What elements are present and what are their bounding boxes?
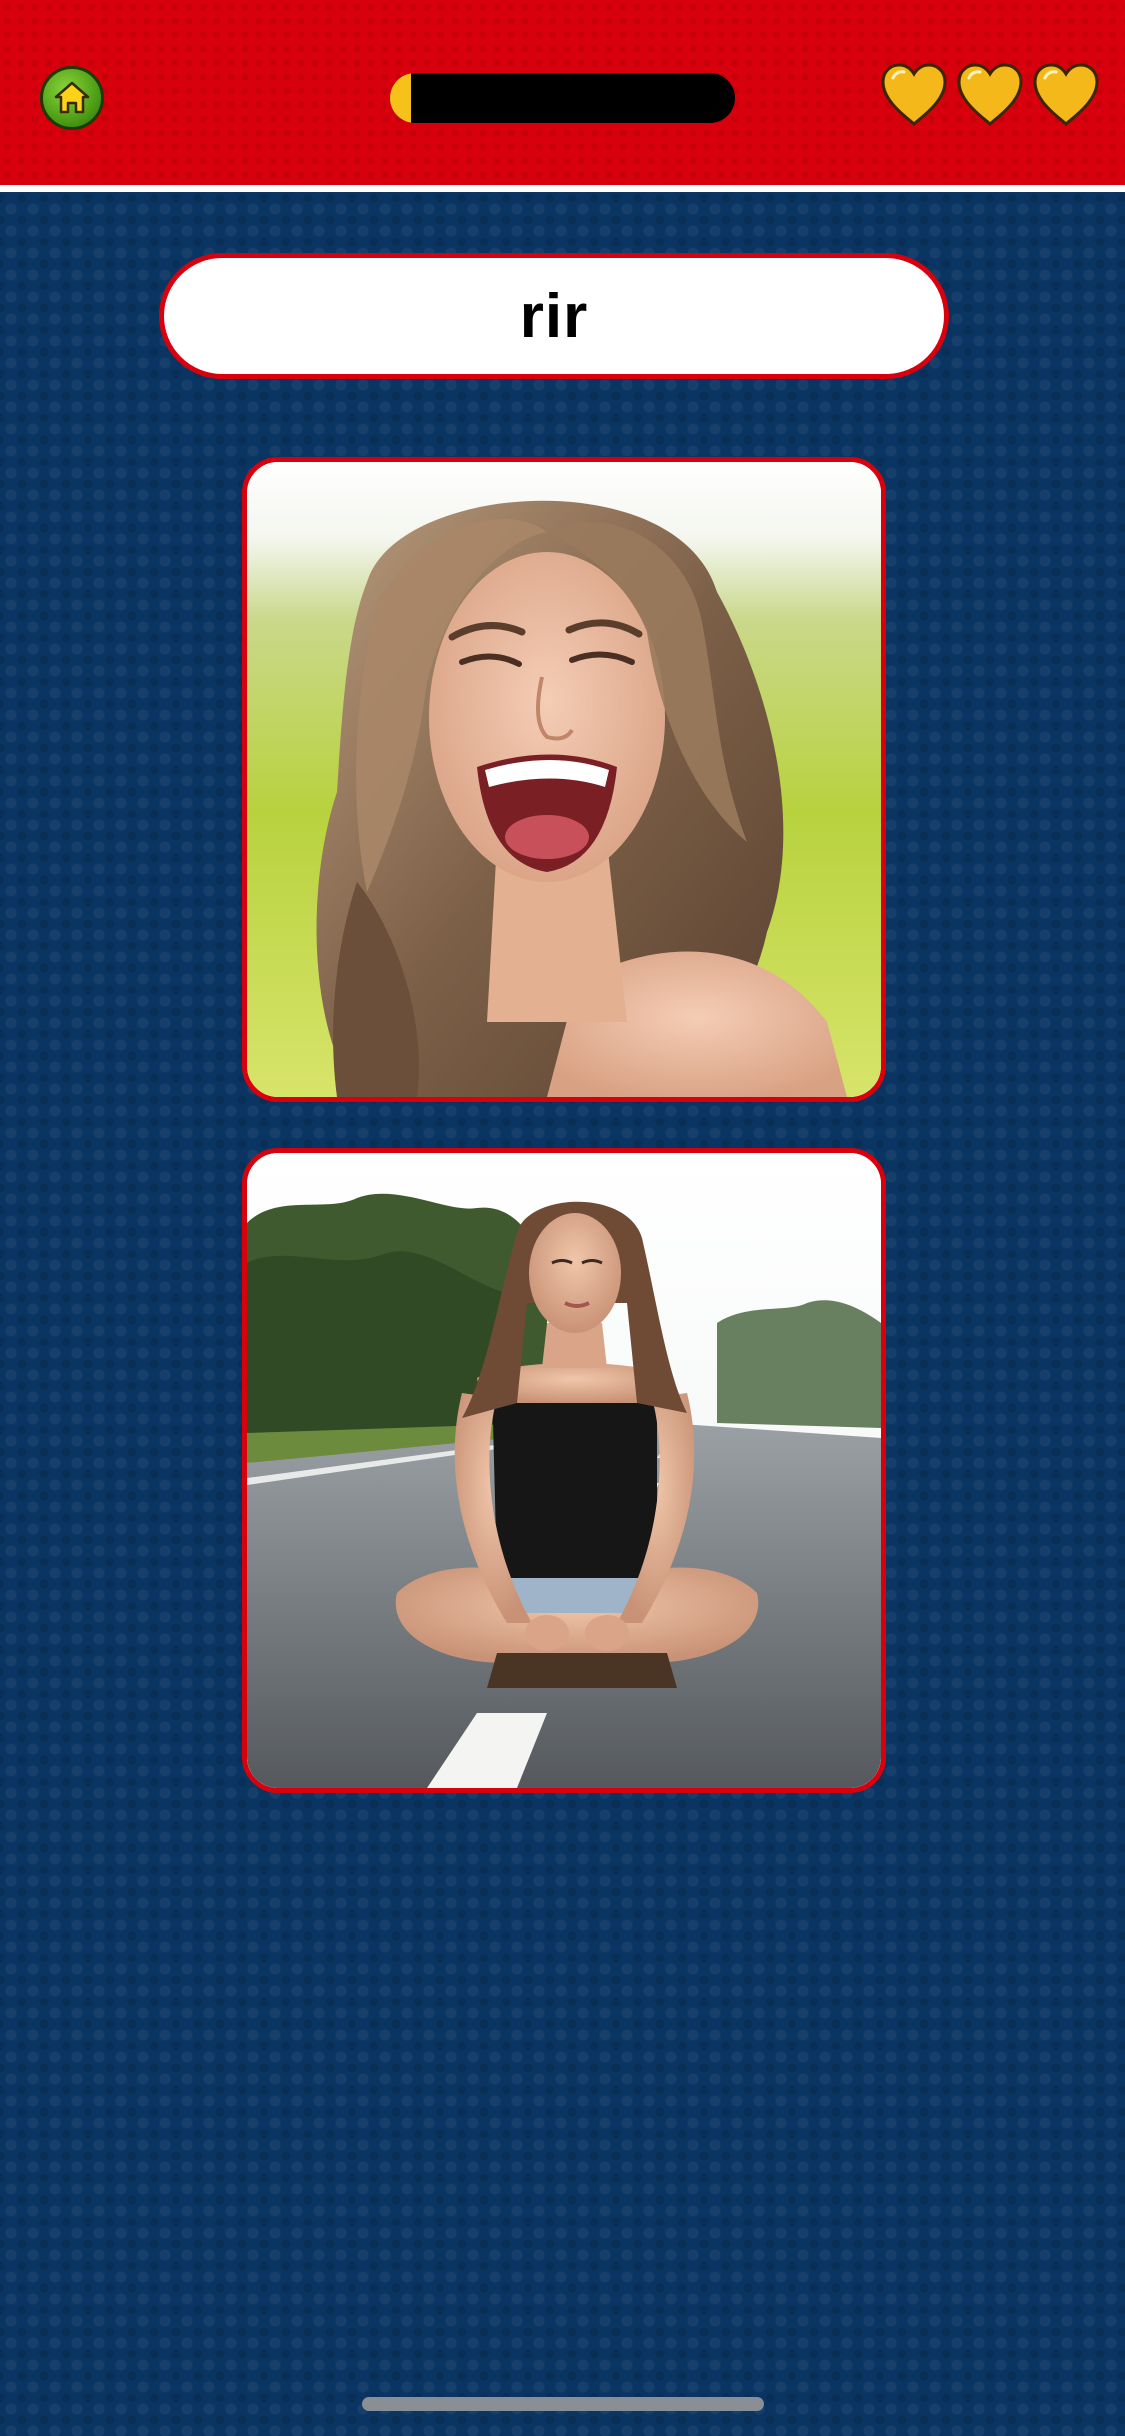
home-button[interactable]	[40, 66, 104, 130]
top-bar	[0, 0, 1125, 185]
game-screen: rir	[0, 0, 1125, 2436]
progress-fill	[390, 73, 411, 123]
heart-icon	[1033, 63, 1099, 127]
word-prompt: rir	[519, 281, 589, 351]
answer-choice-2[interactable]	[242, 1148, 886, 1793]
progress-bar	[390, 73, 735, 123]
lives-indicator	[879, 62, 1101, 128]
home-indicator	[362, 2397, 764, 2411]
photo-woman-sitting-on-road	[247, 1153, 881, 1788]
photo-laughing-woman	[247, 462, 881, 1097]
header-divider	[0, 185, 1125, 192]
home-icon	[54, 81, 90, 114]
answer-choice-1[interactable]	[242, 457, 886, 1102]
heart-icon	[957, 63, 1023, 127]
heart-icon	[881, 63, 947, 127]
word-prompt-card: rir	[159, 253, 949, 379]
